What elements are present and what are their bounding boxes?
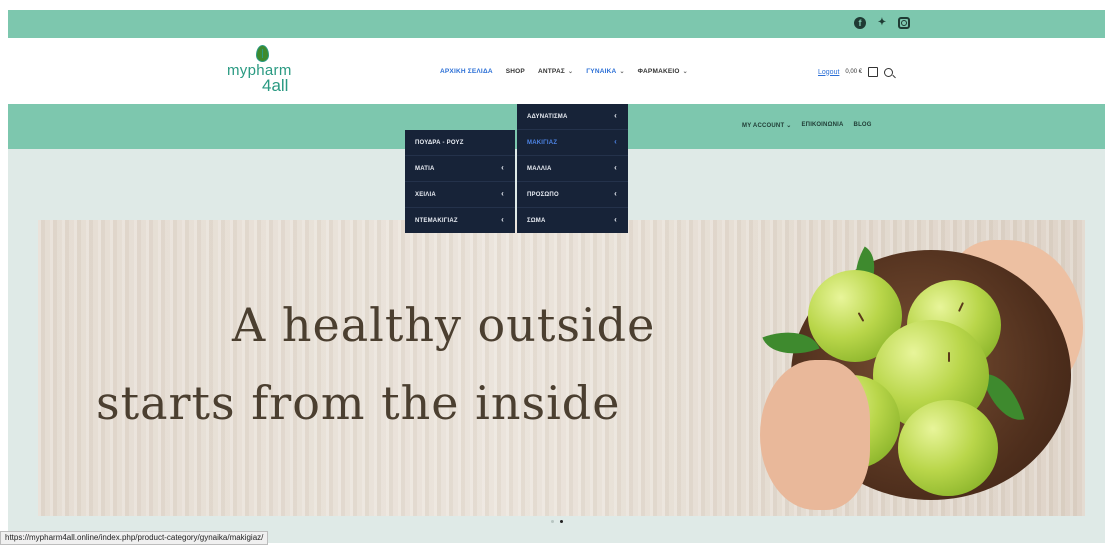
hand-image [760,360,870,510]
chevron-left-icon: ‹ [614,163,617,172]
menu-item-powder-blush[interactable]: ΠΟΥΔΡΑ - ΡΟΥΖ [405,130,515,156]
dropdown-menu-women: ΑΔΥΝΑΤΙΣΜΑ ‹ ΜΑΚΙΓΙΑΖ ‹ ΜΑΛΛΙΑ ‹ ΠΡΟΣΩΠΟ ‹ Σ… [517,104,628,233]
chevron-left-icon: ‹ [614,215,617,224]
chevron-down-icon: ⌄ [567,69,574,75]
my-account-link[interactable]: MY ACCOUNT ⌄ [742,122,791,129]
menu-item-lips[interactable]: ΧΕΙΛΙΑ ‹ [405,182,515,208]
nav-item-men[interactable]: ΑΝΤΡΑΣ ⌄ [538,68,573,75]
apple-image [898,400,998,496]
logout-link[interactable]: Logout [818,69,839,76]
menu-item-makeup[interactable]: ΜΑΚΙΓΙΑΖ ‹ [517,130,628,156]
nav-item-pharmacy[interactable]: ΦΑΡΜΑΚΕΙΟ ⌄ [638,68,688,75]
chevron-left-icon: ‹ [614,137,617,146]
logo-suffix: 4all [262,76,289,95]
social-links: f ✦ [854,17,910,29]
dropdown-menu-makeup: ΠΟΥΔΡΑ - ΡΟΥΖ ΜΑΤΙΑ ‹ ΧΕΙΛΙΑ ‹ ΝΤΕΜΑΚΙΓΙΑΖ… [405,130,515,233]
cart-total[interactable]: 0,00 € [845,69,862,75]
nav-item-shop[interactable]: SHOP [506,68,525,75]
chevron-left-icon: ‹ [501,189,504,198]
menu-item-slimming[interactable]: ΑΔΥΝΑΤΙΣΜΑ ‹ [517,104,628,130]
slider-dot-active[interactable] [560,520,563,523]
hero-headline-line2: starts from the inside [96,376,621,430]
site-header: mypharm 4all ΑΡΧΙΚΗ ΣΕΛΙΔΑ SHOP ΑΝΤΡΑΣ ⌄ … [8,38,1105,104]
slider-dot[interactable] [551,520,554,523]
menu-item-makeup-remover[interactable]: ΝΤΕΜΑΚΙΓΙΑΖ ‹ [405,208,515,234]
hero-slider[interactable]: A healthy outside starts from the inside [38,220,1085,516]
nav-item-women[interactable]: ΓΥΝΑΙΚΑ ⌄ [586,68,624,75]
chevron-down-icon: ⌄ [619,69,625,75]
cart-icon[interactable] [868,67,879,77]
chevron-down-icon: ⌄ [786,123,792,129]
chevron-left-icon: ‹ [501,215,504,224]
top-bar: f ✦ [8,10,1105,38]
menu-item-body[interactable]: ΣΩΜΑ ‹ [517,208,628,234]
leaf-icon [256,45,269,62]
slider-dots [551,520,563,523]
contact-link[interactable]: ΕΠΙΚΟΙΝΩΝΙΑ [801,122,843,129]
chevron-down-icon: ⌄ [682,69,688,75]
chevron-left-icon: ‹ [614,189,617,198]
menu-item-eyes[interactable]: ΜΑΤΙΑ ‹ [405,156,515,182]
secondary-nav: MY ACCOUNT ⌄ ΕΠΙΚΟΙΝΩΝΙΑ BLOG [742,122,872,129]
apple-stem [948,352,950,362]
account-area: Logout 0,00 € [818,67,894,77]
menu-item-face[interactable]: ΠΡΟΣΩΠΟ ‹ [517,182,628,208]
menu-item-hair[interactable]: ΜΑΛΛΙΑ ‹ [517,156,628,182]
chevron-left-icon: ‹ [501,163,504,172]
twitter-icon[interactable]: ✦ [876,17,888,29]
hero-headline-line1: A healthy outside [232,298,656,352]
blog-link[interactable]: BLOG [854,122,872,129]
site-logo[interactable]: mypharm 4all [227,45,307,101]
facebook-icon[interactable]: f [854,17,866,29]
search-icon[interactable] [884,67,894,77]
main-nav: ΑΡΧΙΚΗ ΣΕΛΙΔΑ SHOP ΑΝΤΡΑΣ ⌄ ΓΥΝΑΙΚΑ ⌄ ΦΑΡΜ… [440,68,701,75]
nav-item-home[interactable]: ΑΡΧΙΚΗ ΣΕΛΙΔΑ [440,68,493,75]
chevron-left-icon: ‹ [614,111,617,120]
instagram-icon[interactable] [898,17,910,29]
